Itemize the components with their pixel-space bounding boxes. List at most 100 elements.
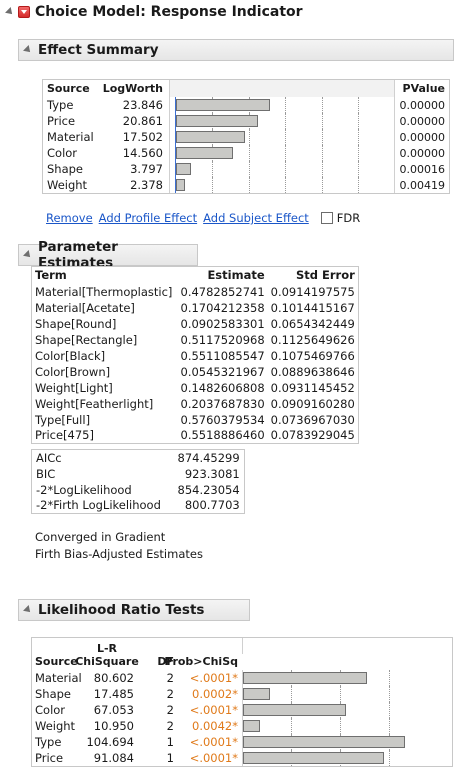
fdr-checkbox[interactable]	[320, 212, 333, 224]
effect-summary-table: Source LogWorth PValue Type 23.846 0.00000…	[42, 79, 450, 194]
table-row[interactable]: Shape 17.485 2 0.0002*	[32, 686, 452, 702]
table-row[interactable]: Type 104.694 1 <.0001*	[32, 734, 452, 750]
effect-source: Type	[47, 98, 74, 112]
gridline	[248, 129, 250, 145]
parameter-estimates-header[interactable]: Parameter Estimates	[18, 239, 198, 271]
table-row[interactable]: Weight[Light] 0.1482606808 0.0931145452	[32, 380, 359, 396]
lr-prob: <.0001*	[189, 671, 238, 685]
estimate-cell: 0.5117520968	[180, 332, 265, 347]
effect-logworth: 2.378	[130, 178, 163, 192]
col-source-header[interactable]: Source	[32, 638, 80, 670]
gridline	[357, 129, 359, 145]
chisquare-bar-cell	[242, 686, 452, 702]
chisquare-bar	[243, 672, 368, 684]
disclosure-triangle-icon[interactable]	[23, 250, 33, 260]
effect-source: Material	[47, 130, 94, 144]
table-row[interactable]: Color 67.053 2 <.0001*	[32, 702, 452, 718]
table-row[interactable]: Type[Full] 0.5760379534 0.0736967030	[32, 412, 359, 428]
gridline	[389, 702, 390, 718]
table-row[interactable]: Weight 2.378 0.00419	[43, 177, 449, 193]
stderror-cell: 0.0654342449	[270, 316, 355, 331]
likelihood-ratio-header-row: Source L-R ChiSquare DF Prob>ChiSq	[32, 638, 452, 670]
logworth-bar	[176, 147, 234, 159]
col-stderror-header[interactable]: Std Error	[268, 267, 359, 284]
gridline	[291, 686, 292, 702]
gridline	[285, 113, 287, 129]
add-profile-effect-button[interactable]: Add Profile Effect	[99, 211, 197, 225]
table-row[interactable]: Price 91.084 1 <.0001*	[32, 750, 452, 766]
disclosure-triangle-icon[interactable]	[23, 605, 33, 615]
table-row[interactable]: Shape[Round] 0.0902583301 0.0654342449	[32, 316, 359, 332]
effect-pvalue: 0.00000	[399, 114, 446, 128]
red-triangle-menu-icon[interactable]	[18, 6, 30, 18]
table-row[interactable]: Color[Brown] 0.0545321967 0.0889638646	[32, 364, 359, 380]
lr-chisquare: 10.950	[93, 719, 134, 733]
chisquare-bar-cell	[242, 750, 452, 766]
logworth-bar-cell	[169, 145, 395, 161]
table-row[interactable]: Shape 3.797 0.00016	[43, 161, 449, 177]
logworth-bar-cell	[169, 113, 395, 129]
gridline	[212, 161, 214, 177]
logworth-bar-cell	[169, 129, 395, 145]
disclosure-triangle-icon[interactable]	[23, 45, 33, 55]
effect-pvalue: 0.00000	[399, 130, 446, 144]
col-chisquare-header[interactable]: L-R ChiSquare	[75, 638, 139, 670]
table-row[interactable]: Shape[Rectangle] 0.5117520968 0.1125649626	[32, 332, 359, 348]
col-estimate-header[interactable]: Estimate	[178, 267, 268, 284]
term-cell: Shape[Rectangle]	[35, 332, 138, 347]
table-row[interactable]: Price[475] 0.5518886460 0.0783929045	[32, 428, 359, 444]
table-row[interactable]: Material[Thermoplastic] 0.4782852741 0.091…	[32, 284, 359, 300]
outline-collapse-icon[interactable]	[5, 7, 15, 17]
chisquare-label: ChiSquare	[75, 655, 139, 668]
table-row[interactable]: Weight 10.950 2 0.0042*	[32, 718, 452, 734]
gridline	[357, 113, 359, 129]
estimate-cell: 0.5511085547	[180, 348, 265, 363]
likelihood-ratio-title: Likelihood Ratio Tests	[38, 602, 205, 618]
chisquare-bar-cell	[242, 718, 452, 734]
effect-summary-header[interactable]: Effect Summary	[18, 39, 454, 61]
gridline	[389, 686, 390, 702]
table-row[interactable]: Material 80.602 2 <.0001*	[32, 670, 452, 686]
parameter-estimates-table: Term Estimate Std Error Material[Thermop…	[31, 266, 359, 444]
col-pvalue-header[interactable]: PValue	[395, 82, 449, 95]
chisquare-bar	[243, 752, 384, 764]
table-row[interactable]: Color[Black] 0.5511085547 0.1075469766	[32, 348, 359, 364]
col-bar-header	[242, 638, 452, 654]
term-cell: Material[Thermoplastic]	[35, 284, 173, 299]
term-cell: Type[Full]	[35, 412, 91, 427]
fit-row: -2*LogLikelihood 854.23054	[32, 482, 245, 498]
gridline	[321, 145, 323, 161]
col-bar-header	[169, 80, 395, 97]
table-row[interactable]: Weight[Featherlight] 0.2037687830 0.090916…	[32, 396, 359, 412]
estimate-cell: 0.1704212358	[180, 300, 265, 315]
gridline	[285, 97, 287, 113]
fit-row: BIC 923.3081	[32, 466, 245, 482]
col-prob-header[interactable]: Prob>ChiSq	[164, 638, 242, 670]
likelihood-ratio-rows: Material 80.602 2 <.0001* Shape 17.485 2 0.0002…	[32, 670, 452, 766]
likelihood-ratio-header[interactable]: Likelihood Ratio Tests	[18, 599, 250, 621]
lr-df: 2	[166, 719, 174, 733]
remove-button[interactable]: Remove	[46, 211, 93, 225]
chisquare-bar-cell	[242, 702, 452, 718]
table-row[interactable]: Material[Acetate] 0.1704212358 0.101441516…	[32, 300, 359, 316]
col-term-header[interactable]: Term	[32, 267, 178, 284]
term-cell: Color[Black]	[35, 348, 106, 363]
gridline	[389, 670, 390, 686]
col-source-header[interactable]: Source	[43, 82, 101, 95]
add-subject-effect-button[interactable]: Add Subject Effect	[203, 211, 309, 225]
table-row[interactable]: Material 17.502 0.00000	[43, 129, 449, 145]
lr-source: Type	[35, 735, 62, 749]
fit-value: 923.3081	[184, 466, 240, 481]
col-logworth-header[interactable]: LogWorth	[101, 82, 169, 95]
table-row[interactable]: Color 14.560 0.00000	[43, 145, 449, 161]
lr-chisquare: 104.694	[86, 735, 134, 749]
table-row[interactable]: Type 23.846 0.00000	[43, 97, 449, 113]
fit-value: 854.23054	[177, 482, 240, 497]
gridline	[389, 750, 390, 766]
estimate-cell: 0.1482606808	[180, 380, 265, 395]
logworth-bar	[176, 115, 259, 127]
stderror-cell: 0.1075469766	[270, 348, 355, 363]
table-row[interactable]: Price 20.861 0.00000	[43, 113, 449, 129]
parameter-estimates-rows: Material[Thermoplastic] 0.4782852741 0.091…	[32, 284, 359, 444]
gridline	[357, 161, 359, 177]
